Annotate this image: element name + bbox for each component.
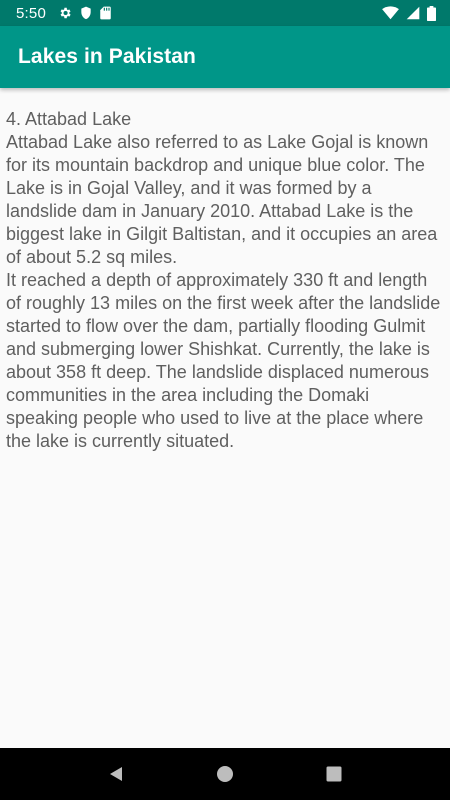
sd-card-icon <box>100 6 111 20</box>
back-icon <box>107 765 125 783</box>
status-time: 5:50 <box>16 4 46 22</box>
status-left-icons <box>58 6 111 20</box>
shield-icon <box>80 6 92 20</box>
recents-button[interactable] <box>314 754 354 794</box>
lake-description: 4. Attabad Lake Attabad Lake also referr… <box>6 109 441 451</box>
home-icon <box>216 765 234 783</box>
app-title: Lakes in Pakistan <box>18 45 196 68</box>
status-right-icons <box>382 5 436 21</box>
battery-icon <box>427 5 436 21</box>
back-button[interactable] <box>96 754 136 794</box>
status-bar: 5:50 <box>0 0 450 26</box>
recents-icon <box>326 766 342 782</box>
home-button[interactable] <box>205 754 245 794</box>
app-bar: Lakes in Pakistan <box>0 26 450 88</box>
wifi-icon <box>382 6 399 20</box>
settings-icon <box>58 6 72 20</box>
navigation-bar <box>0 748 450 800</box>
cell-signal-icon <box>406 6 420 20</box>
